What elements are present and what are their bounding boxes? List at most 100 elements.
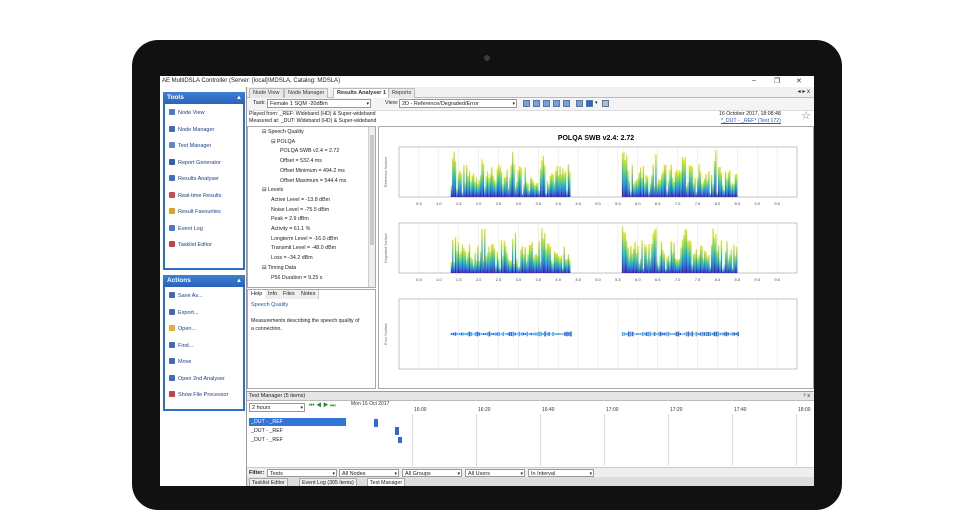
filter-interval-select[interactable]: In Interval ▾	[528, 469, 594, 477]
tab-reports[interactable]: Reports	[388, 88, 416, 98]
tree-node[interactable]: Longterm Level = -16.0 dBm	[271, 236, 338, 242]
panel-pin-close[interactable]: ᵖ x	[804, 392, 810, 401]
actions-panel-header[interactable]: Actions ▲	[163, 275, 245, 287]
test-manager-icon	[169, 142, 175, 148]
export-view-icon[interactable]	[563, 100, 570, 107]
test-link[interactable]: *_DUT - _REF* (Test 172)	[721, 118, 781, 125]
collapse-arrow-icon[interactable]: ▲	[236, 92, 242, 104]
minimize-button[interactable]: –	[752, 77, 756, 84]
tools-item[interactable]: Result Favourites	[169, 207, 221, 217]
x-tick-label: 5.5	[615, 201, 621, 206]
actions-item[interactable]: Show File Processor	[169, 390, 228, 400]
tab-tasklist-editor[interactable]: Tasklist Editor	[249, 478, 288, 486]
filter-users-select[interactable]: All Users ▾	[465, 469, 525, 477]
spectrum-bar	[717, 167, 720, 197]
actions-item[interactable]: Export...	[169, 308, 198, 318]
filter-nodes-select[interactable]: All Nodes ▾	[339, 469, 399, 477]
time-range-select[interactable]: 2 hours ▾	[249, 403, 305, 412]
actions-item[interactable]: Find...	[169, 341, 193, 351]
tab-test-manager[interactable]: Test Manager	[367, 478, 406, 486]
spectrum-bar	[555, 170, 557, 197]
tree-node[interactable]: Peak = 2.9 dBm	[271, 216, 309, 222]
tools-item[interactable]: Test Manager	[169, 141, 211, 151]
maximize-button[interactable]: ❐	[774, 77, 780, 85]
collapse-arrow-icon[interactable]: ▲	[236, 275, 242, 287]
error-bar	[484, 333, 487, 335]
actions-item[interactable]: Open...	[169, 324, 196, 334]
actions-item[interactable]: Save As...	[169, 291, 203, 301]
close-button[interactable]: ✕	[796, 77, 802, 85]
error-bar	[659, 331, 662, 337]
play-icon[interactable]	[586, 100, 593, 107]
test-event-marker[interactable]	[374, 419, 378, 427]
print-icon[interactable]	[576, 100, 583, 107]
spectrum-bar	[474, 252, 476, 273]
spectrum-bar	[678, 258, 681, 273]
actions-item[interactable]: Open 2nd Analyser	[169, 374, 225, 384]
sync-icon[interactable]	[553, 100, 560, 107]
filter-tests-select[interactable]: Tests ▾	[267, 469, 337, 477]
chevron-down-icon[interactable]: ▾	[595, 100, 598, 106]
tab-files[interactable]: Files	[280, 290, 299, 299]
tools-item[interactable]: Report Generator	[169, 158, 221, 168]
tree-node[interactable]: Activity = 61.1 %	[271, 226, 310, 232]
tree-node[interactable]: Offset Maximum = 544.4 ms	[280, 178, 346, 184]
view-select[interactable]: 2D - Reference/Degraded/Error ▾	[399, 99, 517, 108]
help-icon[interactable]	[602, 100, 609, 107]
error-bar	[466, 332, 469, 336]
tree-node[interactable]: Offset = 532.4 ms	[280, 158, 322, 164]
spectrum-bar	[644, 183, 646, 197]
tools-panel-header[interactable]: Tools ▲	[163, 92, 245, 104]
tools-item[interactable]: Node Manager	[169, 125, 214, 135]
test-event-marker[interactable]	[398, 437, 402, 443]
timeline-date: Mon 16 Oct 2017	[351, 401, 390, 407]
nav-arrows-icon[interactable]: ⏮ ◀ ▶ ⏭	[309, 403, 336, 410]
tree-node[interactable]: ⊟ Speech Quality	[262, 129, 304, 135]
tree-scrollbar[interactable]	[368, 127, 375, 287]
spectrum-bar	[626, 241, 628, 273]
tree-node[interactable]: Transmit Level = -48.0 dBm	[271, 245, 336, 251]
tree-node[interactable]: POLQA SWB v2.4 = 2.72	[280, 148, 339, 154]
test-event-marker[interactable]	[395, 427, 399, 435]
test-row[interactable]: _DUT - _REF	[249, 427, 346, 435]
tab-nav-controls[interactable]: ◂ ▸ x	[798, 88, 810, 95]
error-bar	[655, 333, 658, 335]
tab-results-analyser[interactable]: Results Analyser 1	[333, 88, 391, 98]
tab-event-log[interactable]: Event Log (305 items)	[299, 478, 357, 486]
test-row[interactable]: _DUT - _REF	[249, 436, 346, 444]
error-bar	[731, 332, 733, 336]
tools-item[interactable]: Node View	[169, 108, 205, 118]
tasklist-icon	[169, 241, 175, 247]
grid-icon[interactable]	[533, 100, 540, 107]
tab-help[interactable]: Help	[248, 290, 267, 299]
tools-item[interactable]: Event Log	[169, 224, 203, 234]
error-bar	[641, 331, 644, 337]
filter-groups-select[interactable]: All Groups ▾	[402, 469, 462, 477]
tree-node[interactable]: ⊟ POLQA	[271, 139, 295, 145]
tab-notes[interactable]: Notes	[298, 290, 320, 299]
layout-icon[interactable]	[523, 100, 530, 107]
test-row[interactable]: _DUT - _REF	[249, 418, 346, 426]
tree-node[interactable]: ⊟ Levels	[262, 187, 283, 193]
tree-scroll-thumb[interactable]	[370, 135, 374, 245]
tree-node[interactable]: ⊟ Timing Data	[262, 265, 296, 271]
tab-node-view[interactable]: Node View	[249, 88, 284, 98]
spectrum-bar	[726, 240, 728, 273]
favourite-star-icon[interactable]: ☆	[801, 109, 811, 122]
tree-node[interactable]: Offset Minimum = 494.2 ms	[280, 168, 345, 174]
spectrum-bar	[646, 176, 649, 197]
tree-node[interactable]: P56 Duration = 9.25 s	[271, 275, 322, 281]
spectrum-bar	[525, 260, 528, 273]
tools-item[interactable]: Real-time Results	[169, 191, 221, 201]
zoom-icon[interactable]	[543, 100, 550, 107]
tab-node-manager[interactable]: Node Manager	[284, 88, 329, 98]
task-select[interactable]: Female 1 SQM -20dBm ▾	[267, 99, 371, 108]
tree-node[interactable]: Noise Level = -75.5 dBm	[271, 207, 329, 213]
x-tick-label: 3.5	[536, 201, 542, 206]
tools-item[interactable]: Results Analyser	[169, 174, 219, 184]
tree-node[interactable]: Loss = -34.2 dBm	[271, 255, 313, 261]
tools-item[interactable]: Tasklist Editor	[169, 240, 212, 250]
tree-node[interactable]: Active Level = -13.8 dBm	[271, 197, 330, 203]
actions-item[interactable]: Move	[169, 357, 191, 367]
tab-info[interactable]: Info	[265, 290, 282, 299]
